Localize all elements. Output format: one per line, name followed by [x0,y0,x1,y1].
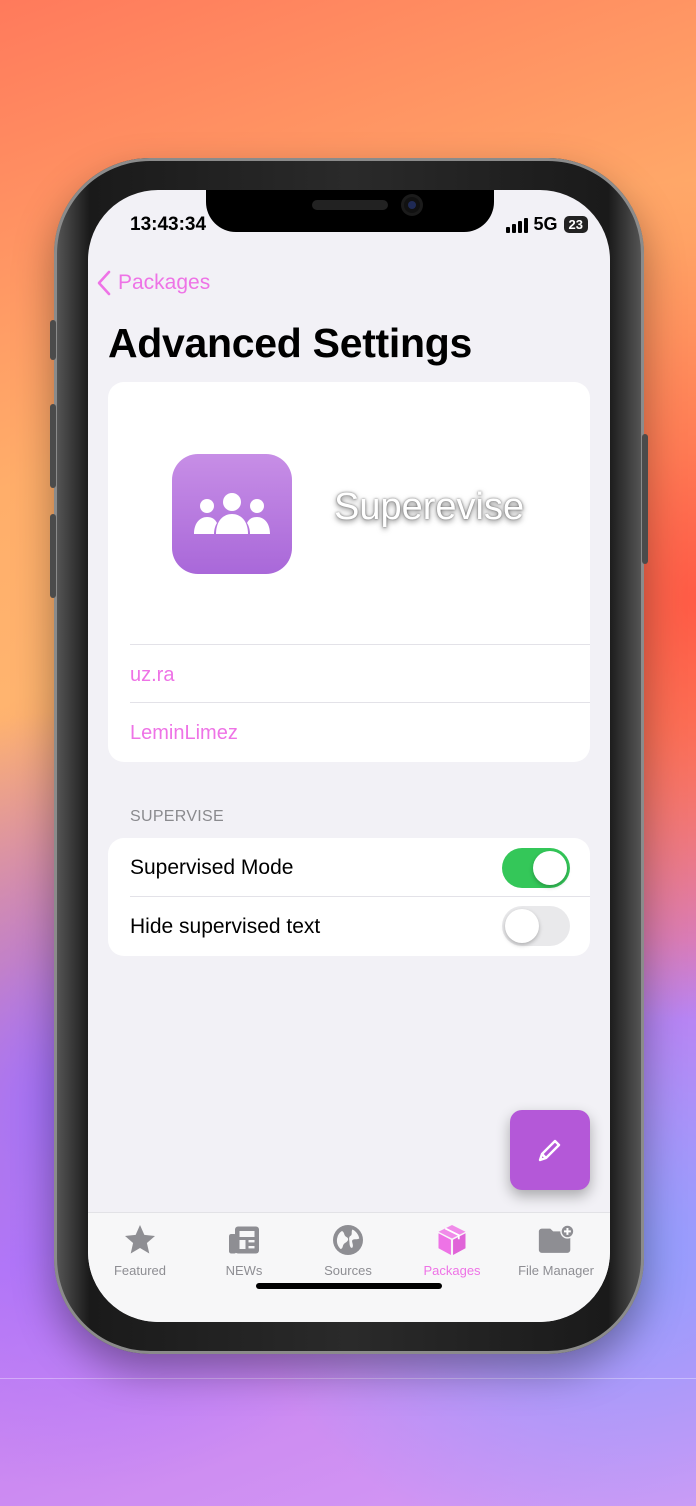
volume-down-button [50,514,56,598]
chevron-left-icon [97,270,111,296]
newspaper-icon [229,1226,259,1254]
hide-supervised-text-label: Hide supervised text [130,915,321,938]
tab-packages[interactable]: Packages [400,1221,504,1278]
maintainer-link[interactable]: LeminLimez [130,722,238,745]
divider [130,702,590,703]
pencil-icon [538,1139,561,1162]
toggle-knob [533,851,567,885]
supervised-mode-toggle[interactable] [502,848,570,888]
tab-label: File Manager [518,1263,594,1278]
mute-switch [50,320,56,360]
background-reflection-line [0,1378,696,1379]
status-time: 13:43:34 [130,214,207,235]
app-icon [172,454,292,574]
notch [206,190,494,232]
tab-file-manager[interactable]: File Manager [504,1221,608,1278]
status-indicators: 5G 23 [505,214,588,235]
app-name: Superevise [334,486,525,528]
back-button[interactable]: Packages [96,270,210,296]
tab-bar: Featured NEWs Sources Packages File Mana… [88,1212,610,1322]
power-button [642,434,648,564]
hide-supervised-text-toggle[interactable] [502,906,570,946]
phone-screen: 13:43:34 5G 23 Packages Advanced Setting… [88,190,610,1322]
tab-label: Sources [324,1263,372,1278]
package-icon [438,1225,466,1255]
phone-frame: 13:43:34 5G 23 Packages Advanced Setting… [50,158,648,1354]
tab-sources[interactable]: Sources [296,1221,400,1278]
battery-icon: 23 [563,216,588,233]
volume-up-button [50,404,56,488]
back-label: Packages [118,271,211,294]
star-icon [125,1225,155,1254]
app-info-card: Superevise uz.ra LeminLimez [108,382,590,762]
edit-fab-button[interactable] [510,1110,590,1190]
divider [130,644,590,645]
supervise-settings-card: Supervised Mode Hide supervised text [108,838,590,956]
tab-label: Packages [423,1263,481,1278]
folder-plus-icon [538,1224,575,1253]
speaker-grille [312,200,388,210]
author-link[interactable]: uz.ra [130,664,174,687]
home-indicator [256,1283,442,1289]
toggle-knob [505,909,539,943]
tab-featured[interactable]: Featured [88,1221,192,1278]
users-group-icon [194,493,270,534]
signal-icon [505,217,528,233]
page-title: Advanced Settings [108,320,472,366]
section-header-supervise: SUPERVISE [130,808,224,825]
tab-news[interactable]: NEWs [192,1221,296,1278]
globe-icon [333,1225,363,1255]
tab-label: NEWs [225,1263,263,1278]
divider [130,896,590,897]
front-camera [404,197,420,213]
tab-label: Featured [113,1263,167,1278]
network-type: 5G [533,214,558,234]
supervised-mode-label: Supervised Mode [130,856,294,879]
